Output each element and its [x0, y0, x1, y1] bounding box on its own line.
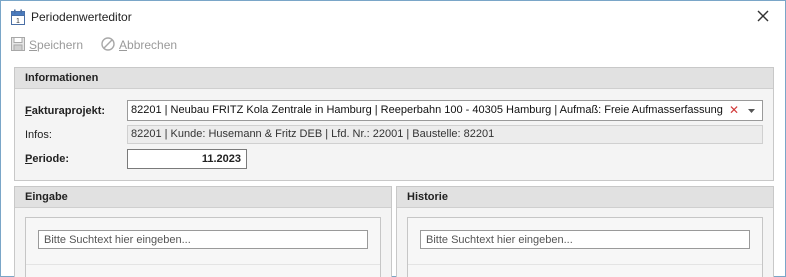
window-title: Periodenwerteditor [31, 10, 132, 24]
infos-label: Infos: [25, 129, 52, 141]
close-button[interactable] [751, 5, 775, 29]
eingabe-inner-box [25, 217, 381, 277]
svg-text:1: 1 [16, 18, 20, 25]
periode-label: Periode: [25, 153, 70, 165]
historie-search-input[interactable] [420, 230, 750, 249]
periode-value: 11.2023 [201, 153, 241, 165]
historie-panel: Historie [396, 186, 774, 277]
informationen-header: Informationen [15, 68, 773, 89]
informationen-panel: Informationen Fakturaprojekt: 82201 | Ne… [14, 67, 774, 181]
save-button[interactable]: Speichern [11, 36, 83, 54]
infos-value: 82201 | Kunde: Husemann & Fritz DEB | Lf… [131, 128, 495, 140]
infos-field: 82201 | Kunde: Husemann & Fritz DEB | Lf… [127, 125, 763, 144]
save-icon [11, 36, 29, 54]
periodenwerteditor-window: 1 Periodenwerteditor Speichern Abbrechen… [0, 0, 786, 277]
eingabe-search-input[interactable] [38, 230, 368, 249]
periode-input[interactable]: 11.2023 [127, 149, 247, 169]
historie-inner-box [407, 217, 763, 277]
eingabe-panel: Eingabe [14, 186, 392, 277]
cancel-label: Abbrechen [119, 38, 178, 52]
fakturaprojekt-value: 82201 | Neubau FRITZ Kola Zentrale in Ha… [131, 104, 723, 116]
chevron-down-icon[interactable] [744, 101, 758, 120]
title-bar: 1 Periodenwerteditor [1, 1, 785, 33]
clear-icon[interactable]: ✕ [728, 101, 740, 120]
save-label: Speichern [29, 38, 84, 52]
toolbar: Speichern Abbrechen [1, 33, 785, 55]
calendar-icon: 1 [11, 9, 25, 25]
cancel-button[interactable]: Abbrechen [101, 36, 177, 54]
eingabe-divider [26, 264, 380, 277]
eingabe-header: Eingabe [15, 187, 391, 208]
fakturaprojekt-label: Fakturaprojekt: [25, 105, 106, 117]
historie-header: Historie [397, 187, 773, 208]
fakturaprojekt-combobox[interactable]: 82201 | Neubau FRITZ Kola Zentrale in Ha… [127, 100, 763, 121]
close-icon [757, 10, 769, 25]
historie-divider [408, 264, 762, 277]
cancel-icon [101, 36, 119, 54]
